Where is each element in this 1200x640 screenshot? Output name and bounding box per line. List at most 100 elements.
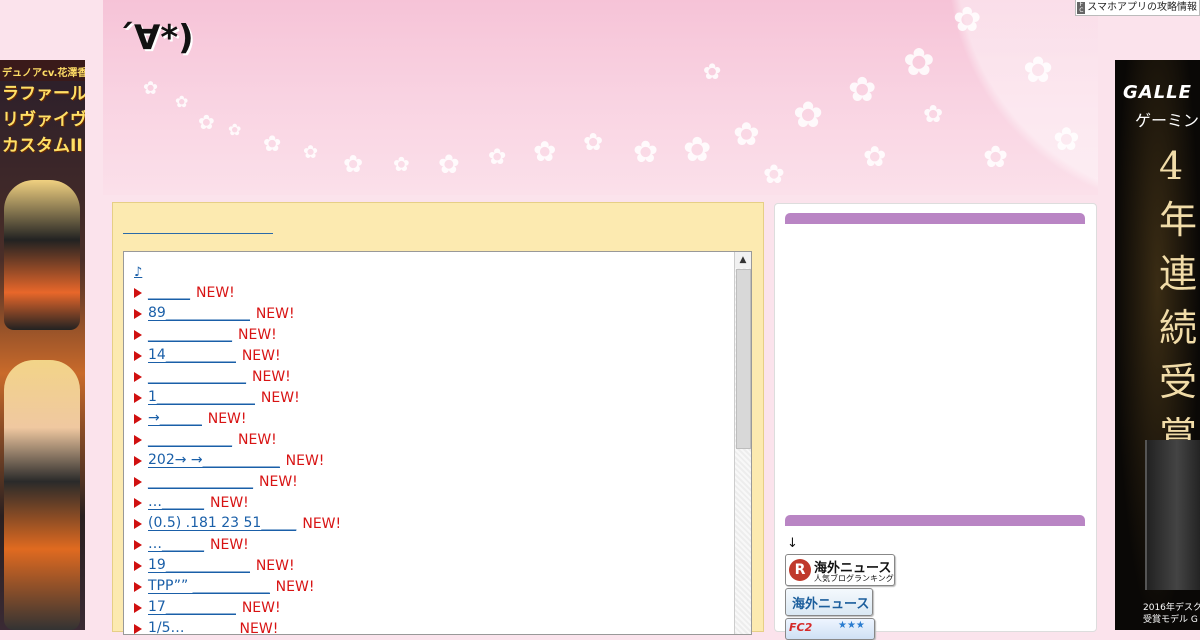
sakura-icon: ✿ — [488, 145, 507, 170]
news-badge-title: 海外ニュース — [792, 597, 870, 612]
app-info-link[interactable]: F C スマホアプリの攻略情報 — [1075, 0, 1200, 16]
right-ad-banner[interactable]: GALLE ゲーミン 4 年 連 続 受 賞 2016年デスク 受賞モデル G — [1115, 60, 1200, 630]
triangle-bullet-icon — [134, 623, 142, 634]
sakura-icon: ✿ — [175, 92, 189, 111]
list-scrollbar[interactable]: ▲ — [734, 252, 751, 634]
triangle-bullet-icon — [134, 434, 142, 445]
list-item-link[interactable]: 1______________ — [148, 390, 255, 405]
sakura-icon: ✿ — [633, 135, 659, 170]
list-item: TPP”” ___________ NEW! — [134, 576, 341, 597]
sakura-icon: ✿ — [683, 130, 712, 170]
list-item-link[interactable]: 17__________ — [148, 600, 236, 615]
list-item: 17__________ NEW! — [134, 597, 341, 618]
left-ad-title-1: ラファール — [2, 84, 85, 104]
ranking-badge-subtitle: 人気ブログランキング — [814, 574, 894, 583]
left-ad-head: デュノアcv.花澤香菜 — [0, 60, 85, 81]
new-badge: NEW! — [259, 473, 298, 490]
list-item: ____________ NEW! — [134, 324, 341, 345]
new-badge: NEW! — [238, 431, 277, 448]
list-item-link[interactable]: TPP”” ___________ — [148, 579, 270, 594]
list-item-link[interactable]: (0.5) .181 23 51_____ — [148, 516, 297, 531]
triangle-bullet-icon — [134, 581, 142, 592]
triangle-bullet-icon — [134, 392, 142, 403]
right-ad-brand: GALLE — [1123, 82, 1192, 103]
sidebar-section-header — [785, 515, 1085, 526]
music-note-link[interactable]: ♪ — [134, 264, 341, 282]
sakura-icon: ✿ — [303, 142, 319, 163]
new-badge: NEW! — [210, 494, 249, 511]
sakura-icon: ✿ — [903, 40, 935, 84]
award-char: 続 — [1159, 306, 1198, 350]
sakura-icon: ✿ — [143, 78, 159, 99]
sakura-icon: ✿ — [263, 132, 282, 157]
sakura-icon: ✿ — [703, 60, 722, 85]
triangle-bullet-icon — [134, 539, 142, 550]
scroll-thumb[interactable] — [736, 269, 751, 449]
blog-header: ´∀*) ✿ ✿ ✿ ✿ ✿ ✿ ✿ ✿ ✿ ✿ ✿ ✿ ✿ ✿ ✿ ✿ ✿ ✿… — [103, 0, 1098, 195]
list-item-link[interactable]: 89____________ — [148, 306, 250, 321]
fc2-badge-title: FC2 — [789, 621, 813, 634]
list-item-link[interactable]: ______________ — [148, 369, 246, 384]
right-ad-footer: 2016年デスク 受賞モデル G — [1115, 602, 1200, 626]
sakura-icon: ✿ — [343, 150, 364, 178]
list-item-link[interactable]: …______ — [148, 537, 204, 552]
new-badge: NEW! — [255, 557, 295, 574]
ad-character-image — [4, 180, 80, 330]
sakura-icon: ✿ — [848, 70, 877, 110]
list-item-link[interactable]: ____________ — [148, 327, 232, 342]
list-item-link[interactable]: 202→ →___________ — [148, 453, 280, 468]
list-item: →______ NEW! — [134, 408, 341, 429]
new-badge: NEW! — [241, 347, 281, 364]
list-item-link[interactable]: 19____________ — [148, 558, 250, 573]
sakura-icon: ✿ — [733, 115, 760, 153]
sakura-icon: ✿ — [393, 152, 410, 176]
right-ad-foot-line: 受賞モデル G — [1143, 615, 1198, 625]
list-item: …______ NEW! — [134, 492, 341, 513]
sakura-icon: ✿ — [198, 110, 215, 134]
sakura-icon: ✿ — [228, 120, 242, 139]
new-badge: NEW! — [302, 515, 342, 532]
sakura-icon: ✿ — [1023, 50, 1054, 91]
left-ad-banner[interactable]: デュノアcv.花澤香菜 ラファール リヴァイヴ カスタムII — [0, 60, 85, 630]
list-item-link[interactable]: …______ — [148, 495, 204, 510]
news-list-box[interactable]: ♪ ______ NEW! 89____________ NEW! ________… — [123, 251, 752, 635]
award-char: 連 — [1159, 252, 1198, 296]
scroll-up-icon[interactable]: ▲ — [735, 252, 751, 268]
entry-title-link[interactable] — [123, 225, 273, 234]
list-item-link[interactable]: →______ — [148, 411, 202, 426]
list-item-link[interactable]: ____________ — [148, 432, 232, 447]
list-item: …______ NEW! — [134, 534, 341, 555]
list-item-link[interactable]: 14__________ — [148, 348, 236, 363]
left-ad-title-2: リヴァイヴ — [2, 110, 85, 130]
list-item: ______ NEW! — [134, 282, 341, 303]
triangle-bullet-icon — [134, 371, 142, 382]
ranking-badge[interactable]: R 海外ニュース 人気ブログランキング — [785, 554, 895, 586]
new-badge: NEW! — [207, 410, 247, 427]
blog-title[interactable]: ´∀*) — [117, 18, 194, 58]
new-badge: NEW! — [275, 578, 315, 595]
down-arrow-text: ↓ — [787, 536, 798, 551]
news-badge[interactable]: 海外ニュース — [785, 588, 873, 616]
sakura-icon: ✿ — [983, 140, 1009, 175]
list-item: (0.5) .181 23 51_____ NEW! — [134, 513, 341, 534]
right-ad-subtitle: ゲーミン — [1135, 111, 1200, 130]
news-list: ♪ ______ NEW! 89____________ NEW! ________… — [134, 264, 341, 634]
list-item-link[interactable]: _______________ — [148, 474, 253, 489]
sakura-icon: ✿ — [438, 150, 460, 180]
award-char: 受 — [1159, 360, 1198, 404]
list-item: 14__________ NEW! — [134, 345, 341, 366]
list-item-link[interactable]: 1/5…_______ — [148, 621, 234, 634]
sakura-icon: ✿ — [863, 140, 887, 173]
right-ad-foot-line: 2016年デスク — [1143, 603, 1200, 613]
new-badge: NEW! — [285, 452, 325, 469]
new-badge: NEW! — [252, 368, 291, 385]
app-info-link-label: スマホアプリの攻略情報 — [1087, 1, 1197, 13]
new-badge: NEW! — [238, 326, 277, 343]
sidebar-section-header — [785, 213, 1085, 224]
fc2-badge[interactable]: FC2 ★★★ — [785, 618, 875, 640]
list-item: 1______________ NEW! — [134, 387, 341, 408]
list-item-link[interactable]: ______ — [148, 285, 190, 300]
list-item: 89____________ NEW! — [134, 303, 341, 324]
sakura-icon: ✿ — [533, 135, 557, 168]
new-badge: NEW! — [210, 536, 249, 553]
